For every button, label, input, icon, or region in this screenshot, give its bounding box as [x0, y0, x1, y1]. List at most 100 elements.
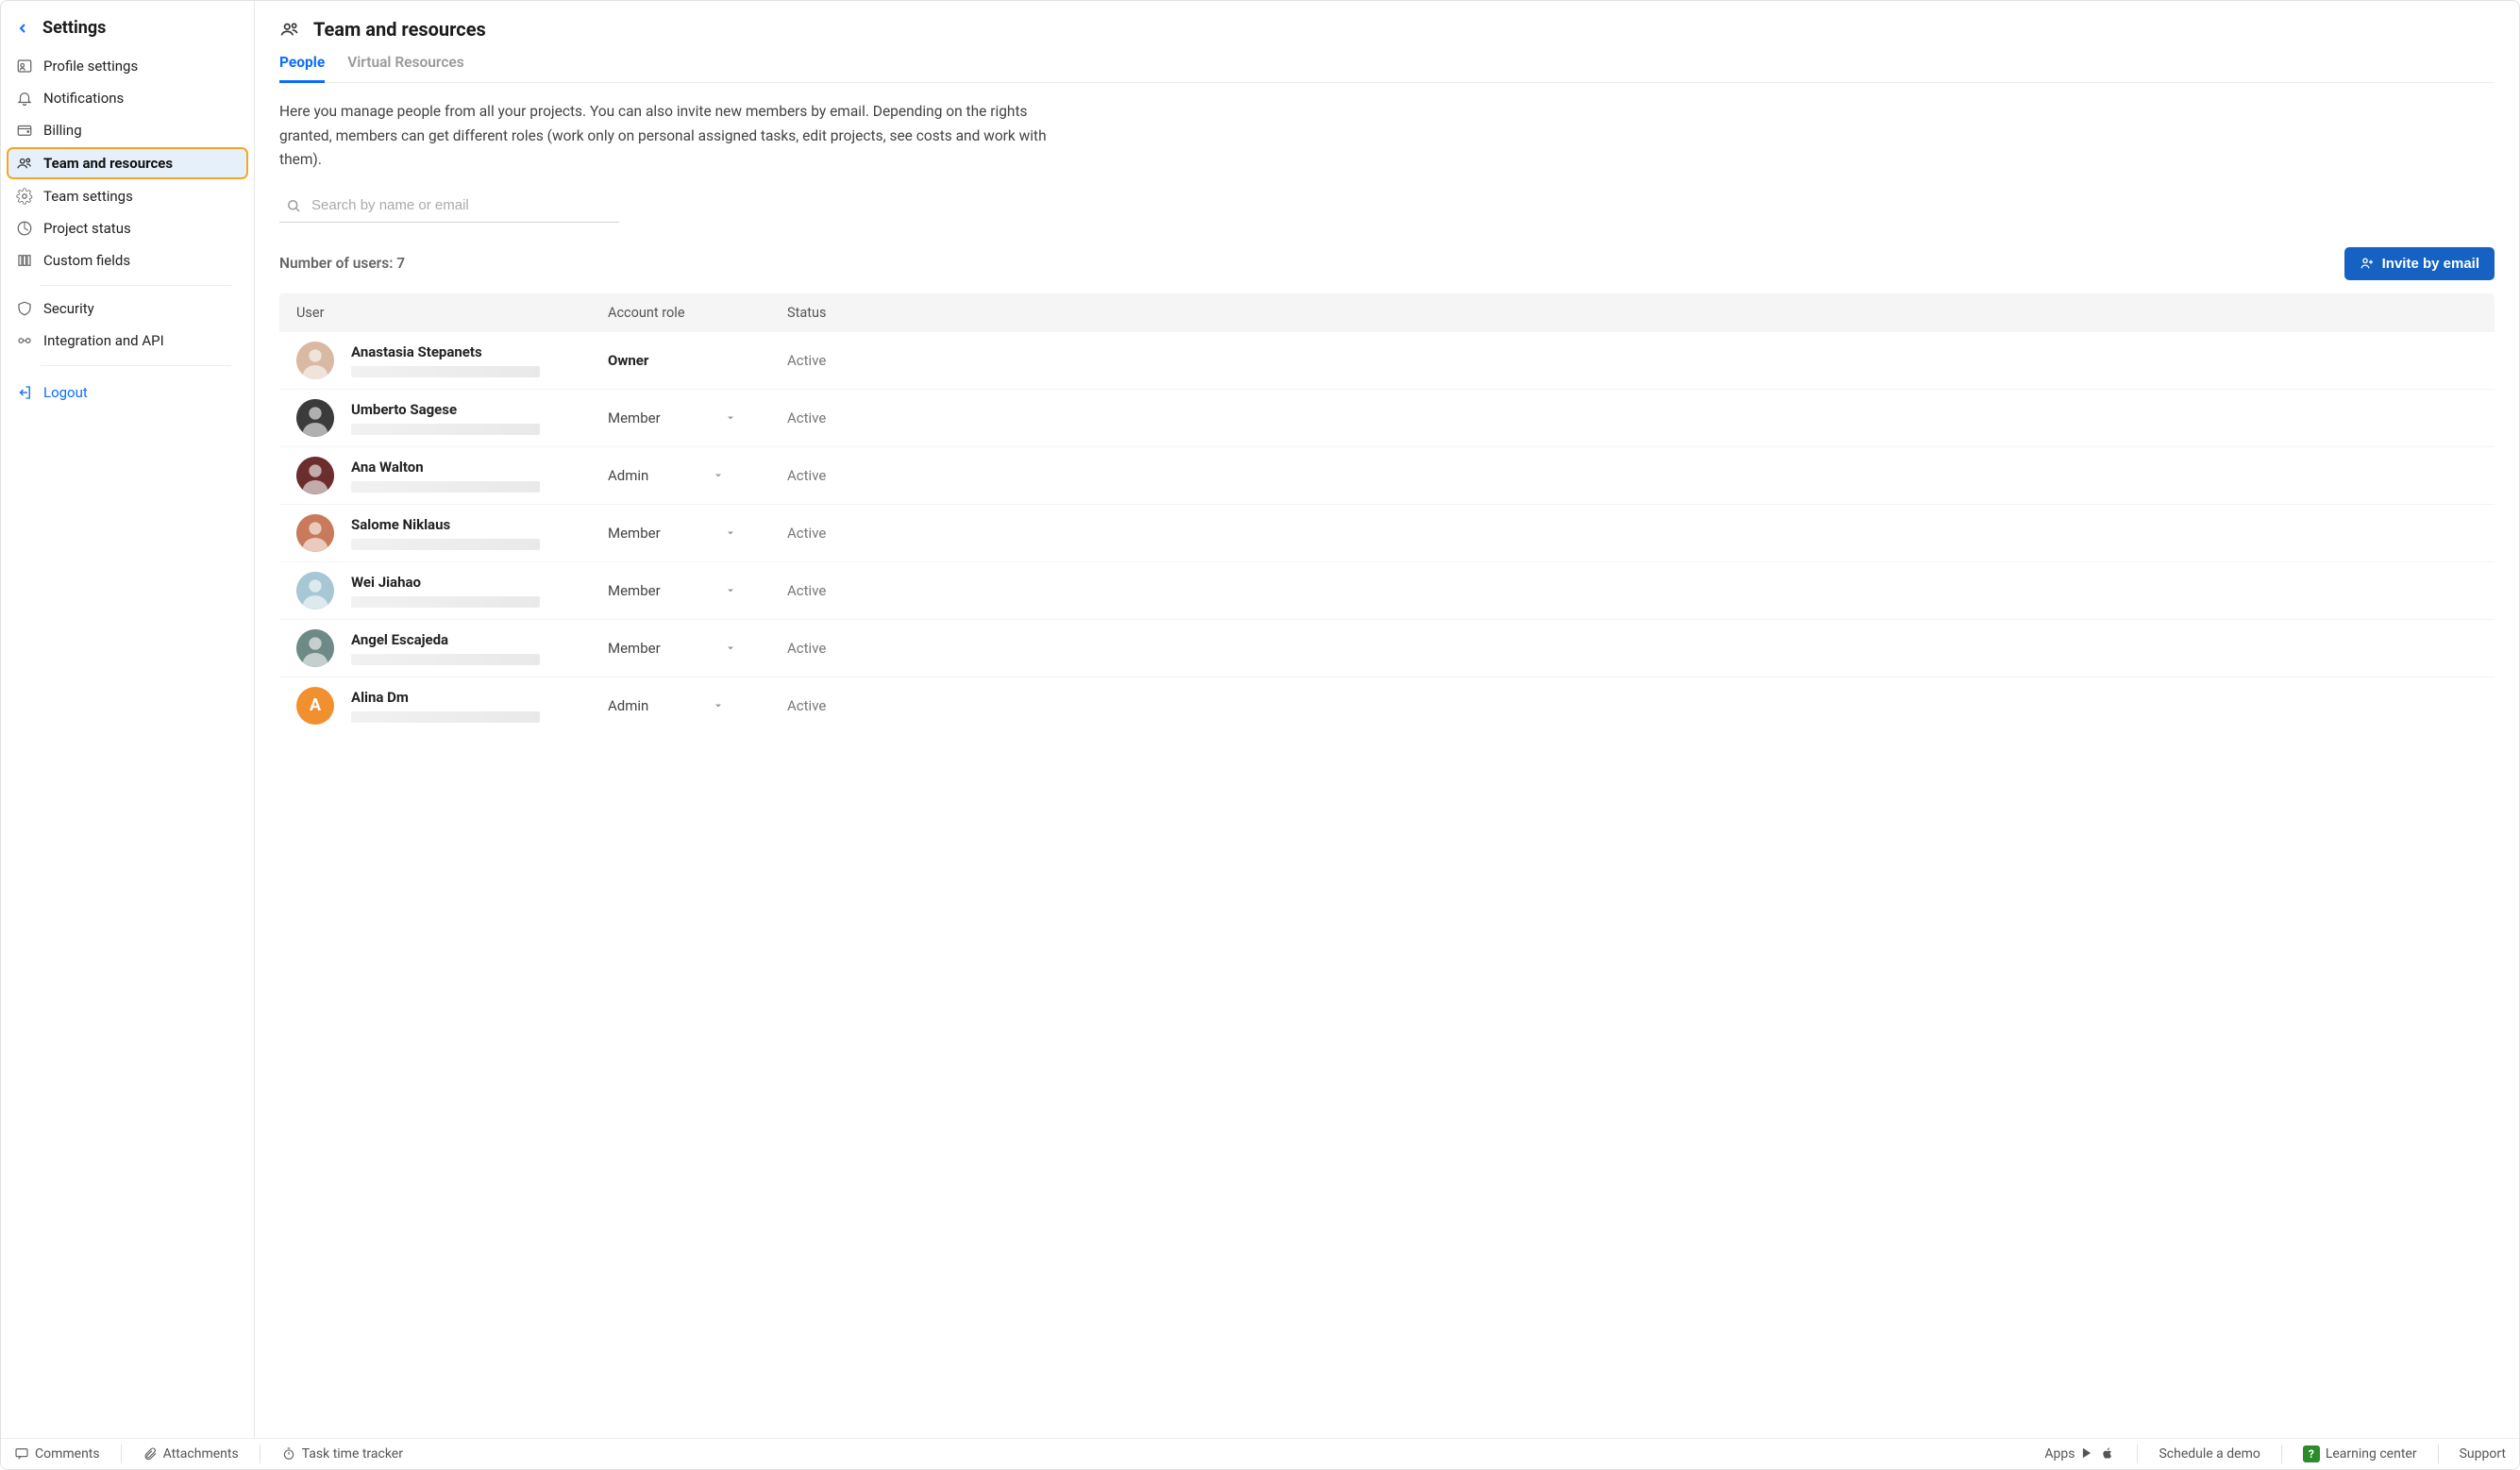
sidebar-item-project-status[interactable]: Project status — [7, 213, 248, 243]
footer-learning-center[interactable]: ? Learning center — [2303, 1445, 2417, 1462]
footer-label: Learning center — [2326, 1446, 2417, 1462]
role-cell[interactable]: Member — [608, 409, 787, 426]
role-cell[interactable]: Admin — [608, 697, 787, 714]
table-row[interactable]: Angel EscajedaMemberActive — [279, 620, 2495, 677]
sidebar-item-label: Security — [43, 300, 94, 317]
sidebar-item-label: Billing — [43, 122, 82, 139]
chevron-down-icon — [725, 585, 736, 596]
user-cell: Wei Jiahao — [296, 572, 608, 610]
sidebar-item-billing[interactable]: Billing — [7, 115, 248, 145]
role-value: Member — [608, 525, 661, 542]
table-row[interactable]: Umberto Sagese MemberActive — [279, 390, 2495, 447]
user-cell: Angel Escajeda — [296, 629, 608, 667]
role-value: Member — [608, 582, 661, 599]
sidebar-item-label: Integration and API — [43, 332, 164, 349]
user-meta: Wei Jiahao — [351, 574, 540, 608]
people-icon — [16, 155, 33, 172]
user-name: Wei Jiahao — [351, 574, 540, 591]
sidebar-item-logout[interactable]: Logout — [7, 377, 248, 408]
user-cell: Salome Niklaus — [296, 514, 608, 552]
tab-people[interactable]: People — [279, 54, 325, 83]
chevron-down-icon — [725, 527, 736, 539]
footer-time-tracker[interactable]: Task time tracker — [281, 1446, 403, 1462]
main-content: Team and resources People Virtual Resour… — [255, 1, 2519, 1438]
toolbar-row: Number of users: 7 Invite by email — [279, 247, 2495, 280]
table-row[interactable]: AAlina DmAdmin Active — [279, 677, 2495, 734]
role-value: Admin — [608, 697, 648, 714]
table-row[interactable]: Ana WaltonAdminActive — [279, 447, 2495, 505]
footer-attachments[interactable]: Attachments — [143, 1446, 239, 1462]
user-email-redacted — [351, 366, 540, 377]
tab-virtual-resources[interactable]: Virtual Resources — [347, 54, 464, 83]
footer-separator — [2137, 1445, 2138, 1463]
stopwatch-icon — [281, 1446, 296, 1462]
role-cell[interactable]: Admin — [608, 467, 787, 484]
users-table: User Account role Status Anastasia Stepa… — [279, 293, 2495, 734]
shield-icon — [16, 300, 33, 317]
avatar — [296, 629, 334, 667]
sidebar-item-label: Project status — [43, 220, 131, 237]
sidebar-item-label: Profile settings — [43, 58, 138, 75]
table-row[interactable]: Salome NiklausMember Active — [279, 505, 2495, 562]
page-description: Here you manage people from all your pro… — [279, 100, 1053, 173]
sidebar-item-profile-settings[interactable]: Profile settings — [7, 51, 248, 81]
table-row[interactable]: Anastasia StepanetsOwnerActive — [279, 332, 2495, 390]
apple-icon — [2101, 1446, 2116, 1462]
status-cell: Active — [787, 409, 2478, 426]
sidebar-separator — [41, 365, 231, 366]
sidebar-item-label: Notifications — [43, 90, 124, 107]
tab-content: Here you manage people from all your pro… — [255, 83, 2519, 1438]
api-icon — [16, 332, 33, 349]
paperclip-icon — [143, 1446, 158, 1462]
sidebar-item-custom-fields[interactable]: Custom fields — [7, 245, 248, 276]
columns-icon — [16, 252, 33, 269]
user-email-redacted — [351, 596, 540, 608]
sidebar-item-integration-api[interactable]: Integration and API — [7, 326, 248, 356]
footer-label: Apps — [2044, 1446, 2075, 1462]
search-input[interactable] — [311, 197, 617, 213]
tabs: People Virtual Resources — [279, 54, 2495, 83]
footer-support[interactable]: Support — [2460, 1446, 2506, 1462]
role-cell[interactable]: Member — [608, 525, 787, 542]
footer-separator — [2438, 1445, 2439, 1463]
app-body: Settings Profile settings Notifications — [1, 1, 2519, 1438]
footer-apps[interactable]: Apps — [2044, 1446, 2116, 1462]
footer-left-group: Comments Attachments Task time tracker — [14, 1445, 403, 1463]
search-field[interactable] — [279, 192, 619, 223]
status-cell: Active — [787, 697, 2478, 714]
back-chevron-icon[interactable] — [14, 20, 31, 37]
search-icon — [285, 197, 302, 214]
user-meta: Ana Walton — [351, 459, 540, 493]
chevron-down-icon — [713, 470, 724, 481]
footer-comments[interactable]: Comments — [14, 1446, 100, 1462]
status-cell: Active — [787, 525, 2478, 542]
user-name: Umberto Sagese — [351, 401, 540, 418]
gear-icon — [16, 188, 33, 205]
sidebar-item-security[interactable]: Security — [7, 293, 248, 324]
user-cell: AAlina Dm — [296, 687, 608, 725]
user-count-value: 7 — [396, 255, 405, 272]
footer-label: Schedule a demo — [2159, 1446, 2260, 1462]
status-cell: Active — [787, 352, 2478, 369]
user-name: Ana Walton — [351, 459, 540, 476]
footer-bar: Comments Attachments Task time tracker A… — [1, 1438, 2519, 1469]
sidebar-item-notifications[interactable]: Notifications — [7, 83, 248, 113]
sidebar-item-team-settings[interactable]: Team settings — [7, 181, 248, 211]
footer-schedule-demo[interactable]: Schedule a demo — [2159, 1446, 2260, 1462]
user-meta: Umberto Sagese — [351, 401, 540, 435]
comment-icon — [14, 1446, 29, 1462]
role-cell[interactable]: Member — [608, 640, 787, 657]
chevron-down-icon — [725, 643, 736, 654]
chevron-down-icon — [713, 700, 724, 711]
invite-button-label: Invite by email — [2382, 256, 2479, 272]
table-row[interactable]: Wei JiahaoMemberActive — [279, 562, 2495, 620]
sidebar-item-team-and-resources[interactable]: Team and resources — [7, 147, 248, 179]
user-email-redacted — [351, 481, 540, 493]
user-meta: Anastasia Stepanets — [351, 343, 540, 377]
invite-by-email-button[interactable]: Invite by email — [2344, 247, 2495, 280]
logout-icon — [16, 384, 33, 401]
column-header-status: Status — [787, 305, 2478, 321]
user-cell: Ana Walton — [296, 457, 608, 494]
avatar — [296, 457, 334, 494]
role-cell[interactable]: Member — [608, 582, 787, 599]
